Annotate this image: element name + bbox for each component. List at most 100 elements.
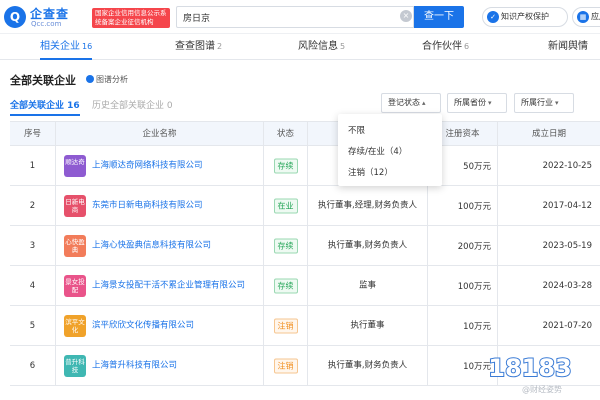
apps-icon: ▦ [577, 11, 589, 23]
dropdown-option-cancelled[interactable]: 注销（12） [348, 166, 393, 178]
column-header-status: 状态 [264, 122, 308, 146]
caret-down-icon: ▾ [555, 99, 559, 107]
role-text: 执行董事,财务负责人 [327, 360, 408, 370]
row-index: 1 [29, 160, 36, 171]
top-header: Q 企查查 Qcc.com 国家企业信用信息公示系统备案企业征信机构 房日京 ×… [0, 0, 600, 34]
role-cell: 执行董事 [308, 306, 428, 345]
apps-button[interactable]: ▦ 应用 [572, 7, 600, 27]
company-logo[interactable]: 普升科技 [64, 354, 86, 377]
subtab-history[interactable]: 历史全部关联企业 0 [92, 98, 173, 111]
status-cell: 存续 [264, 266, 308, 305]
registered-capital: 100万元 [457, 201, 491, 212]
tab-label: 风险信息 [298, 41, 338, 52]
status-dropdown-menu: 不限 存续/在业（4） 注销（12） [338, 114, 442, 186]
tab-related-companies[interactable]: 相关企业 16 [40, 34, 93, 60]
status-cell: 在业 [264, 186, 308, 225]
graph-analysis-label: 图谱分析 [96, 75, 128, 84]
slogan-banner: 国家企业信用信息公示系统备案企业征信机构 [92, 8, 170, 28]
status-cell: 存续 [264, 226, 308, 265]
tab-label: 合作伙伴 [422, 41, 462, 52]
row-index-cell: 4 [10, 266, 56, 305]
role-cell: 执行董事,财务负责人 [308, 226, 428, 265]
company-logo[interactable]: 滨平文化 [64, 314, 86, 337]
date-cell: 2022-10-25 [498, 146, 600, 185]
status-badge: 注销 [273, 358, 298, 373]
company-name-cell: 景女投配 上海景女投配干活不累企业管理有限公司 [56, 266, 264, 305]
filter-registration-status[interactable]: 登记状态 ▴ [381, 93, 441, 113]
tab-graph[interactable]: 查查图谱 2 [175, 34, 222, 60]
tab-news[interactable]: 新闻舆情 [548, 34, 590, 60]
watermark-logo-text: 18183 [488, 354, 572, 382]
status-cell: 存续 [264, 146, 308, 185]
row-index-cell: 2 [10, 186, 56, 225]
status-badge: 存续 [273, 278, 298, 293]
subtab-count: 16 [67, 101, 80, 111]
logo-domain: Qcc.com [31, 20, 62, 28]
company-logo[interactable]: 景女投配 [64, 274, 86, 297]
table-row: 2 日新电商 东莞市日新电商科技有限公司 在业 执行董事,经理,财务负责人 100万元 20… [10, 186, 600, 226]
tab-count: 5 [340, 42, 346, 51]
company-name-link[interactable]: 上海景女投配干活不累企业管理有限公司 [92, 280, 259, 291]
watermark-caption: @财经姿势 [522, 385, 562, 394]
capital-cell: 200万元 [428, 226, 498, 265]
tab-count: 2 [217, 42, 223, 51]
company-logo[interactable]: 日新电商 [64, 194, 86, 217]
column-header-name: 企业名称 [56, 122, 264, 146]
status-cell: 注销 [264, 346, 308, 385]
row-index-cell: 5 [10, 306, 56, 345]
filter-label: 所属行业 [521, 98, 553, 107]
column-header-index: 序号 [10, 122, 56, 146]
role-text: 监事 [358, 280, 376, 290]
status-badge: 存续 [273, 238, 298, 253]
row-index: 6 [29, 360, 36, 371]
company-name-link[interactable]: 上海心快盈典信息科技有限公司 [92, 240, 259, 251]
ip-protection-button[interactable]: ✓ 知识产权保护 [482, 7, 568, 27]
founded-date: 2017-04-12 [542, 200, 592, 211]
status-badge: 注销 [273, 318, 298, 333]
date-cell: 2021-07-20 [498, 306, 600, 345]
table-row: 1顺达奇上海顺达奇网络科技有限公司存续执行董事50万元2022-10-25 [10, 146, 600, 186]
status-badge: 在业 [273, 198, 298, 213]
subtab-all-related[interactable]: 全部关联企业 16 [10, 98, 80, 116]
dropdown-option-active[interactable]: 存续/在业（4） [348, 145, 407, 157]
founded-date: 2022-10-25 [542, 160, 592, 171]
company-name-cell: 滨平文化 滨平欣欣文化传播有限公司 [56, 306, 264, 345]
search-button[interactable]: 查一下 [414, 6, 464, 28]
ip-protection-label: 知识产权保护 [501, 12, 549, 21]
row-index-cell: 6 [10, 346, 56, 385]
status-cell: 注销 [264, 306, 308, 345]
column-header-date[interactable]: 成立日期 [498, 122, 600, 146]
clear-icon[interactable]: × [400, 10, 412, 22]
caret-down-icon: ▾ [488, 99, 492, 107]
search-input[interactable]: 房日京 [176, 6, 414, 28]
qcc-logo-icon[interactable]: Q [4, 6, 26, 28]
company-name-link[interactable]: 上海顺达奇网络科技有限公司 [92, 160, 259, 171]
company-name-link[interactable]: 上海普升科技有限公司 [92, 360, 259, 371]
tab-partners[interactable]: 合作伙伴 6 [422, 34, 469, 60]
company-logo[interactable]: 心快盈典 [64, 234, 86, 257]
table-row: 3 心快盈典 上海心快盈典信息科技有限公司 存续 执行董事,财务负责人 200万元 2023… [10, 226, 600, 266]
company-name-link[interactable]: 滨平欣欣文化传播有限公司 [92, 320, 259, 331]
role-text: 执行董事,经理,财务负责人 [318, 200, 417, 210]
company-logo[interactable]: 顺达奇 [64, 154, 86, 177]
tab-risk[interactable]: 风险信息 5 [298, 34, 345, 60]
capital-cell: 100万元 [428, 266, 498, 305]
row-index: 3 [29, 240, 36, 251]
capital-cell: 100万元 [428, 186, 498, 225]
founded-date: 2021-07-20 [542, 320, 592, 331]
company-name-cell: 普升科技 上海普升科技有限公司 [56, 346, 264, 385]
filter-province[interactable]: 所属省份 ▾ [447, 93, 507, 113]
section-title: 全部关联企业 [10, 74, 76, 87]
role-text: 执行董事,财务负责人 [327, 240, 408, 250]
apps-label: 应用 [591, 12, 600, 21]
registered-capital: 200万元 [457, 241, 491, 252]
dropdown-option-any[interactable]: 不限 [348, 124, 365, 136]
filter-label: 登记状态 [388, 98, 420, 107]
graph-analysis-link[interactable]: 图谱分析 [86, 74, 128, 85]
row-index: 4 [29, 280, 36, 291]
filter-label: 所属省份 [454, 98, 486, 107]
filter-industry[interactable]: 所属行业 ▾ [514, 93, 574, 113]
date-cell: 2017-04-12 [498, 186, 600, 225]
graph-icon [86, 75, 94, 83]
company-name-link[interactable]: 东莞市日新电商科技有限公司 [92, 200, 259, 211]
